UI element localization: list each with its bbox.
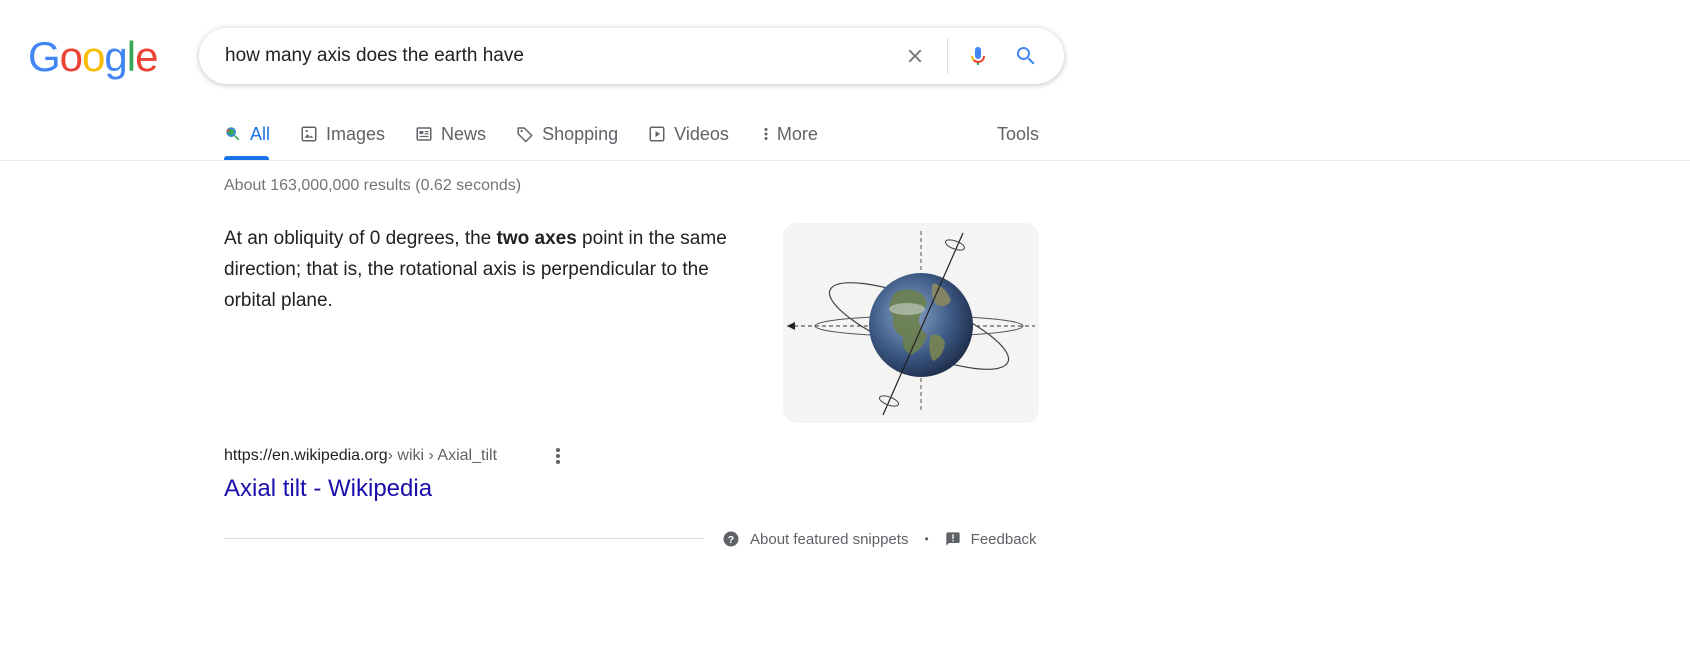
search-tabs: All Images News Shopping Videos More (224, 118, 848, 160)
tab-more[interactable]: More (759, 118, 818, 150)
play-icon (649, 126, 665, 142)
logo-letter: o (59, 33, 83, 80)
about-featured-snippets-link[interactable]: ? About featured snippets (722, 530, 908, 548)
google-logo[interactable]: Google (28, 33, 158, 80)
news-icon (416, 127, 432, 141)
search-icon[interactable] (1012, 42, 1040, 70)
svg-text:?: ? (728, 534, 734, 546)
tab-news[interactable]: News (415, 118, 486, 150)
cite-breadcrumb: › wiki › Axial_tilt (387, 447, 498, 464)
result-stats: About 163,000,000 results (0.62 seconds) (224, 177, 522, 194)
featured-snippet-text: At an obliquity of 0 degrees, the two ax… (224, 223, 759, 316)
tab-images[interactable]: Images (300, 118, 385, 150)
help-icon: ? (723, 531, 739, 547)
snippet-text-before: At an obliquity of 0 degrees, the (224, 228, 497, 249)
logo-letter: g (104, 33, 127, 80)
tab-label: Videos (674, 123, 729, 144)
tab-label: More (776, 123, 818, 144)
logo-letter: o (82, 33, 105, 80)
search-icon (226, 127, 240, 141)
tag-icon (517, 127, 533, 143)
feedback-link[interactable]: Feedback (945, 531, 1037, 548)
footer-separator: • (924, 532, 929, 546)
tab-label: Images (326, 123, 386, 144)
snippet-footer-divider (224, 538, 704, 539)
microphone-icon[interactable] (964, 42, 992, 70)
tab-all[interactable]: All (224, 118, 270, 150)
header-divider (0, 160, 1690, 161)
tools-button[interactable]: Tools (997, 118, 1039, 150)
about-featured-snippets-label: About featured snippets (750, 530, 909, 548)
tab-label: Shopping (542, 123, 619, 144)
feedback-icon (945, 532, 960, 546)
tab-label: News (441, 123, 487, 144)
tab-shopping[interactable]: Shopping (516, 118, 618, 150)
featured-snippet-image[interactable] (783, 223, 1039, 423)
result-options-icon[interactable] (548, 445, 568, 467)
search-box: how many axis does the earth have (199, 28, 1064, 84)
logo-letter: G (28, 33, 61, 80)
earth-axial-tilt-diagram (783, 223, 1039, 423)
cite-domain: https://en.wikipedia.org (224, 447, 388, 464)
result-title-link[interactable]: Axial tilt - Wikipedia (224, 475, 432, 503)
result-citation[interactable]: https://en.wikipedia.org › wiki › Axial_… (224, 445, 497, 467)
tab-label: All (250, 123, 271, 144)
search-divider (947, 38, 948, 74)
search-input[interactable]: how many axis does the earth have (225, 28, 885, 84)
tab-videos[interactable]: Videos (648, 118, 729, 150)
snippet-footer: ? About featured snippets • Feedback (722, 528, 1037, 550)
image-icon (301, 126, 317, 142)
feedback-label: Feedback (970, 530, 1037, 548)
logo-letter: l (126, 33, 136, 80)
snippet-highlight: two axes (496, 228, 577, 249)
more-vert-icon (764, 128, 768, 140)
logo-letter: e (135, 33, 158, 80)
clear-icon[interactable] (901, 42, 929, 70)
